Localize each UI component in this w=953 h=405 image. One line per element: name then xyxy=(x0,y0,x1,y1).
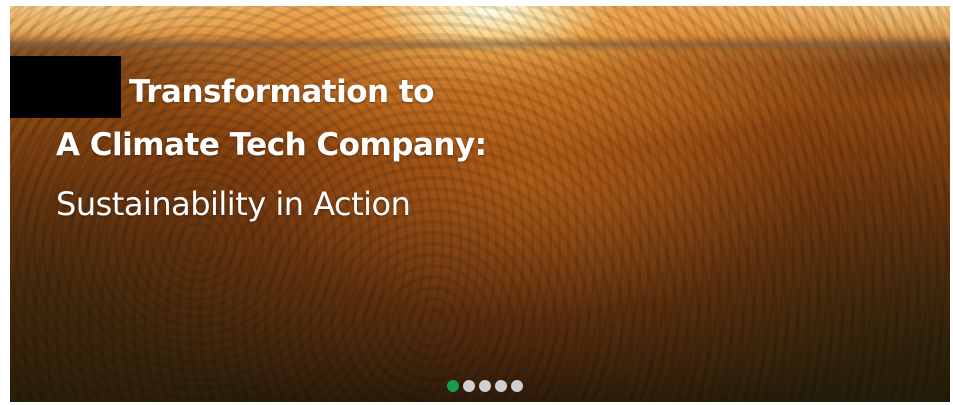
carousel-dot-2[interactable] xyxy=(463,380,475,392)
hero-headline: Transformation to A Climate Tech Company… xyxy=(56,66,487,172)
hero-banner: Transformation to A Climate Tech Company… xyxy=(10,6,950,402)
carousel-dot-1[interactable] xyxy=(447,380,459,392)
carousel-dot-3[interactable] xyxy=(479,380,491,392)
carousel-pagination xyxy=(447,380,523,392)
horizon-haze xyxy=(10,36,950,52)
carousel-dot-5[interactable] xyxy=(511,380,523,392)
headline-line-1: Transformation to xyxy=(129,74,434,110)
carousel-dot-4[interactable] xyxy=(495,380,507,392)
headline-line-2: A Climate Tech Company: xyxy=(56,127,487,163)
hero-subheadline: Sustainability in Action xyxy=(56,185,411,223)
